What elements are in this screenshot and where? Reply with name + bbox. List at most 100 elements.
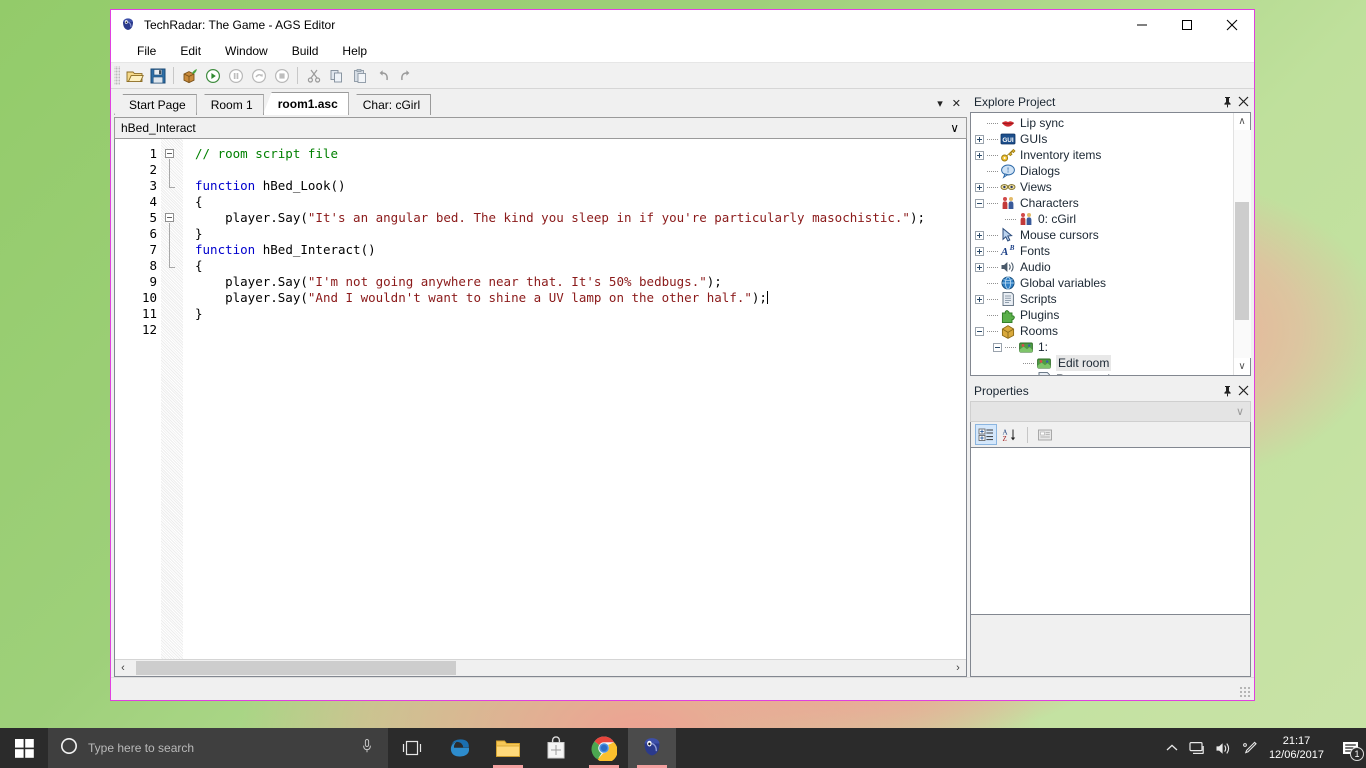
collapse-icon[interactable] (975, 199, 984, 208)
tree-item[interactable]: 1: (975, 339, 1233, 355)
tree-item[interactable]: Mouse cursors (975, 227, 1233, 243)
start-button[interactable] (0, 728, 48, 768)
run-icon[interactable] (201, 65, 224, 87)
collapse-icon[interactable] (993, 343, 1002, 352)
scroll-left-icon[interactable]: ‹ (115, 660, 131, 676)
code-folding-gutter[interactable] (161, 139, 183, 659)
copy-icon[interactable] (325, 65, 348, 87)
scroll-down-icon[interactable]: ∨ (1234, 358, 1251, 375)
alphabetical-button[interactable]: A Z (999, 424, 1021, 445)
project-tree-scrollbar[interactable]: ∧ ∨ (1233, 113, 1250, 375)
tab-char-cgirl[interactable]: Char: cGirl (348, 94, 431, 115)
cut-icon[interactable] (302, 65, 325, 87)
show-hidden-icons[interactable] (1159, 728, 1185, 768)
expand-icon[interactable] (975, 151, 984, 160)
taskbar-clock[interactable]: 21:17 12/06/2017 (1263, 734, 1334, 762)
fold-toggle-icon[interactable] (165, 149, 174, 158)
toolbar-grip[interactable] (114, 66, 120, 85)
redo-icon[interactable] (394, 65, 417, 87)
expand-icon[interactable] (975, 295, 984, 304)
chevron-down-icon[interactable]: ∨ (1236, 405, 1244, 418)
pause-icon[interactable] (224, 65, 247, 87)
build-package-icon[interactable] (178, 65, 201, 87)
close-button[interactable] (1209, 10, 1254, 40)
tree-item[interactable]: Global variables (975, 275, 1233, 291)
paste-icon[interactable] (348, 65, 371, 87)
undo-icon[interactable] (371, 65, 394, 87)
task-view-button[interactable] (388, 728, 436, 768)
taskbar-chrome[interactable] (580, 728, 628, 768)
function-selector-combo[interactable]: hBed_Interact ∨ (114, 117, 967, 139)
menu-edit[interactable]: Edit (170, 41, 211, 61)
tree-item[interactable]: Rooms (975, 323, 1233, 339)
property-pages-button[interactable] (1034, 424, 1056, 445)
volume-icon[interactable] (1211, 728, 1237, 768)
step-icon[interactable] (247, 65, 270, 87)
tree-item[interactable]: Characters (975, 195, 1233, 211)
fold-toggle-icon[interactable] (165, 213, 174, 222)
close-icon[interactable] (1235, 94, 1251, 110)
tab-room1-asc[interactable]: room1.asc (263, 92, 349, 115)
tab-list-dropdown-icon[interactable]: ▾ (937, 99, 943, 110)
tab-room-1[interactable]: Room 1 (196, 94, 264, 115)
vscroll-thumb[interactable] (1235, 202, 1249, 320)
pin-icon[interactable] (1219, 383, 1235, 399)
tree-item[interactable]: !Dialogs (975, 163, 1233, 179)
network-icon[interactable] (1185, 728, 1211, 768)
line-number: 11 (115, 306, 157, 322)
action-center-button[interactable]: 1 (1334, 728, 1366, 768)
expand-icon[interactable] (975, 183, 984, 192)
resize-grip[interactable] (1239, 686, 1251, 698)
window-titlebar[interactable]: TechRadar: The Game - AGS Editor (111, 10, 1254, 40)
tree-item[interactable]: Inventory items (975, 147, 1233, 163)
close-icon[interactable] (1235, 383, 1251, 399)
menu-build[interactable]: Build (282, 41, 329, 61)
taskbar-edge[interactable] (436, 728, 484, 768)
microphone-icon[interactable] (360, 738, 374, 759)
minimize-button[interactable] (1119, 10, 1164, 40)
properties-object-combo[interactable]: ∨ (970, 401, 1251, 422)
pin-icon[interactable] (1219, 94, 1235, 110)
tree-item[interactable]: Views (975, 179, 1233, 195)
expand-icon[interactable] (975, 263, 984, 272)
pen-icon[interactable] (1237, 728, 1263, 768)
tree-item[interactable]: GUIGUIs (975, 131, 1233, 147)
expand-icon[interactable] (975, 135, 984, 144)
stop-icon[interactable] (270, 65, 293, 87)
tree-item[interactable]: Room script (975, 371, 1233, 375)
hscroll-track[interactable] (131, 660, 950, 676)
taskbar-file-explorer[interactable] (484, 728, 532, 768)
save-icon[interactable] (146, 65, 169, 87)
scroll-right-icon[interactable]: › (950, 660, 966, 676)
tree-item[interactable]: Audio (975, 259, 1233, 275)
search-input[interactable]: Type here to search (48, 728, 388, 768)
maximize-button[interactable] (1164, 10, 1209, 40)
menu-file[interactable]: File (127, 41, 166, 61)
scroll-up-icon[interactable]: ∧ (1234, 113, 1251, 130)
expand-icon[interactable] (975, 231, 984, 240)
hscroll-thumb[interactable] (136, 661, 456, 675)
taskbar-ags-editor[interactable] (628, 728, 676, 768)
tab-start-page[interactable]: Start Page (114, 94, 197, 115)
tab-close-icon[interactable]: ✕ (952, 99, 961, 110)
tree-item[interactable]: Edit room (975, 355, 1233, 371)
project-tree[interactable]: Lip syncGUIGUIsInventory items!DialogsVi… (971, 113, 1233, 375)
editor-horizontal-scrollbar[interactable]: ‹ › (115, 659, 966, 676)
vscroll-track[interactable] (1234, 130, 1251, 358)
expand-icon[interactable] (975, 247, 984, 256)
tree-item[interactable]: Lip sync (975, 115, 1233, 131)
editor-surface[interactable]: 123456789101112 // room script filefunct… (115, 139, 966, 659)
categorized-button[interactable] (975, 424, 997, 445)
tree-item[interactable]: Plugins (975, 307, 1233, 323)
properties-grid[interactable] (970, 447, 1251, 615)
menu-window[interactable]: Window (215, 41, 278, 61)
menu-help[interactable]: Help (332, 41, 377, 61)
open-folder-icon[interactable] (123, 65, 146, 87)
tree-item[interactable]: ABFonts (975, 243, 1233, 259)
tree-item[interactable]: 0: cGirl (975, 211, 1233, 227)
code-text[interactable]: // room script filefunction hBed_Look(){… (183, 139, 966, 659)
taskbar-store[interactable] (532, 728, 580, 768)
tree-item[interactable]: Scripts (975, 291, 1233, 307)
collapse-icon[interactable] (975, 327, 984, 336)
chevron-down-icon[interactable]: ∨ (950, 121, 959, 135)
